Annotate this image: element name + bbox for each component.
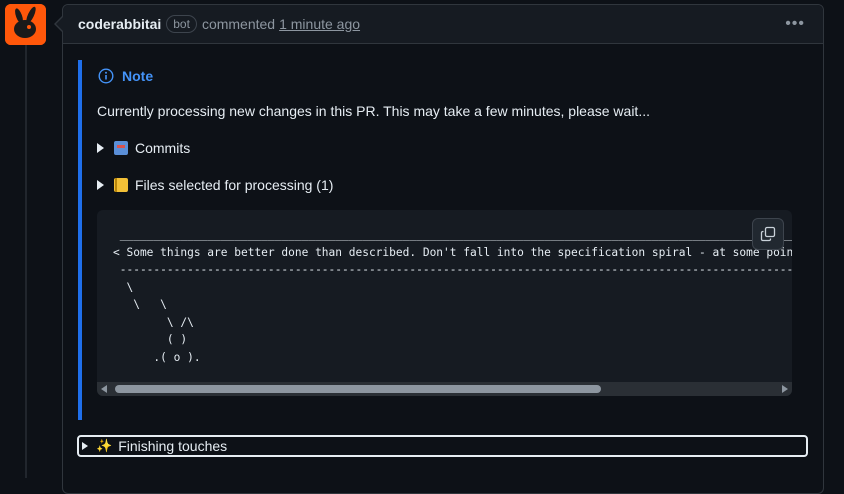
coderabbit-logo-icon <box>5 4 46 45</box>
horizontal-scrollbar[interactable] <box>97 382 792 396</box>
finishing-touches-label: Finishing touches <box>118 438 228 454</box>
ledger-emoji-icon <box>114 178 128 192</box>
author-link[interactable]: coderabbitai <box>78 16 161 32</box>
avatar[interactable] <box>5 4 46 45</box>
details-files-label: Files selected for processing (1) <box>135 177 334 193</box>
scrollbar-thumb[interactable] <box>115 385 601 393</box>
code-content: ________________________________________… <box>113 228 792 364</box>
robot-emoji-icon <box>114 141 128 155</box>
disclosure-triangle-icon <box>97 180 104 190</box>
timestamp-link[interactable]: 1 minute ago <box>279 16 360 32</box>
note-title: Note <box>98 68 153 84</box>
scroll-left-arrow-icon[interactable] <box>101 385 107 393</box>
kebab-horizontal-icon[interactable]: ••• <box>785 16 805 32</box>
disclosure-triangle-icon <box>97 143 104 153</box>
disclosure-triangle-icon <box>82 442 88 450</box>
details-files[interactable]: Files selected for processing (1) <box>97 177 333 193</box>
scroll-right-arrow-icon[interactable] <box>782 385 788 393</box>
comment-verb: commented <box>201 16 276 32</box>
sparkles-emoji-icon: ✨ <box>96 438 113 453</box>
code-block: ________________________________________… <box>97 210 792 396</box>
comment-caret-inner <box>56 17 63 31</box>
note-callout: Note Currently processing new changes in… <box>78 60 808 420</box>
details-finishing-touches[interactable]: ✨ Finishing touches <box>77 435 808 457</box>
note-text: Currently processing new changes in this… <box>97 103 650 119</box>
bot-badge: bot <box>166 15 197 33</box>
comment-header: coderabbitai bot commented 1 minute ago … <box>63 5 823 44</box>
note-title-label: Note <box>122 68 154 84</box>
details-commits-label: Commits <box>135 140 191 156</box>
timeline-line <box>25 45 27 478</box>
info-icon <box>98 68 114 84</box>
details-commits[interactable]: Commits <box>97 140 190 156</box>
copy-icon <box>760 226 776 242</box>
copy-button[interactable] <box>752 218 784 250</box>
